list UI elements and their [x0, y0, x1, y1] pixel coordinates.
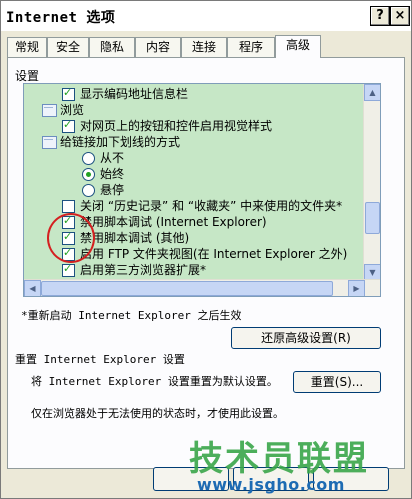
- tab-general[interactable]: 常规: [7, 37, 47, 57]
- settings-label: 设置: [15, 69, 40, 83]
- list-item-label: 对网页上的按钮和控件启用视觉样式: [80, 119, 273, 133]
- tab-security[interactable]: 安全: [47, 37, 89, 57]
- title-bar: Internet 选项 ? ×: [1, 1, 411, 31]
- scroll-up-icon[interactable]: ▲: [364, 84, 380, 101]
- highlight-circle: [47, 213, 95, 263]
- reset-description: 将 Internet Explorer 设置重置为默认设置。: [31, 375, 278, 388]
- reset-section-label: 重置 Internet Explorer 设置: [15, 353, 185, 366]
- checkbox-icon[interactable]: [62, 85, 75, 101]
- checkbox-icon[interactable]: [62, 200, 75, 213]
- watermark-url: www.jsgho.com: [197, 475, 345, 494]
- window-title: Internet 选项: [6, 10, 116, 26]
- restart-note: *重新启动 Internet Explorer 之后生效: [21, 309, 242, 322]
- internet-options-dialog: Internet 选项 ? × 常规 安全 隐私 内容 连接 程序 高级 设置 …: [0, 0, 412, 499]
- scroll-right-icon[interactable]: ▶: [348, 280, 365, 296]
- close-button[interactable]: ×: [390, 6, 410, 26]
- horizontal-scroll-thumb[interactable]: [41, 281, 333, 296]
- list-item-label: 从不: [100, 151, 125, 165]
- list-item-label: 禁用脚本调试 (Internet Explorer): [80, 215, 267, 229]
- folder-icon: [42, 104, 57, 117]
- scroll-left-icon[interactable]: ◀: [24, 280, 41, 296]
- restore-advanced-button[interactable]: 还原高级设置(R): [231, 327, 381, 349]
- folder-icon: [42, 136, 57, 149]
- list-item-label: 始终: [100, 167, 125, 181]
- list-item-label: 禁用脚本调试 (其他): [80, 231, 190, 245]
- reset-hint: 仅在浏览器处于无法使用的状态时，才使用此设置。: [31, 407, 284, 420]
- tab-privacy[interactable]: 隐私: [89, 37, 135, 57]
- list-item-label: 启用第三方浏览器扩展*: [80, 263, 207, 277]
- list-item-label: 显示编码地址信息栏: [80, 87, 189, 101]
- list-item-label: 浏览: [60, 103, 85, 117]
- list-item-label: 给链接加下划线的方式: [60, 135, 181, 149]
- tab-programs[interactable]: 程序: [227, 37, 275, 57]
- horizontal-scrollbar[interactable]: ◀ ▶: [24, 279, 380, 296]
- vertical-scrollbar[interactable]: ▲ ▼: [363, 84, 380, 281]
- settings-list[interactable]: 显示编码地址信息栏浏览对网页上的按钮和控件启用视觉样式给链接加下划线的方式从不始…: [23, 83, 381, 297]
- list-item-label: 悬停: [100, 183, 125, 197]
- tab-connections[interactable]: 连接: [181, 37, 227, 57]
- list-item-label: 启用 FTP 文件夹视图(在 Internet Explorer 之外): [80, 247, 348, 261]
- vertical-scroll-thumb[interactable]: [365, 202, 380, 234]
- reset-button[interactable]: 重置(S)...: [293, 371, 381, 393]
- watermark-logo-text: 技术员联盟: [189, 439, 369, 479]
- radio-icon[interactable]: [82, 168, 95, 181]
- list-item-label: 关闭 “历史记录” 和 “收藏夹” 中来使用的文件夹*: [80, 199, 343, 213]
- radio-icon[interactable]: [82, 184, 95, 197]
- checkbox-icon[interactable]: [62, 117, 75, 133]
- radio-icon[interactable]: [82, 152, 95, 165]
- tab-advanced[interactable]: 高级: [275, 35, 321, 58]
- checkbox-icon[interactable]: [62, 261, 75, 277]
- help-button[interactable]: ?: [370, 6, 390, 26]
- tab-content[interactable]: 内容: [135, 37, 181, 57]
